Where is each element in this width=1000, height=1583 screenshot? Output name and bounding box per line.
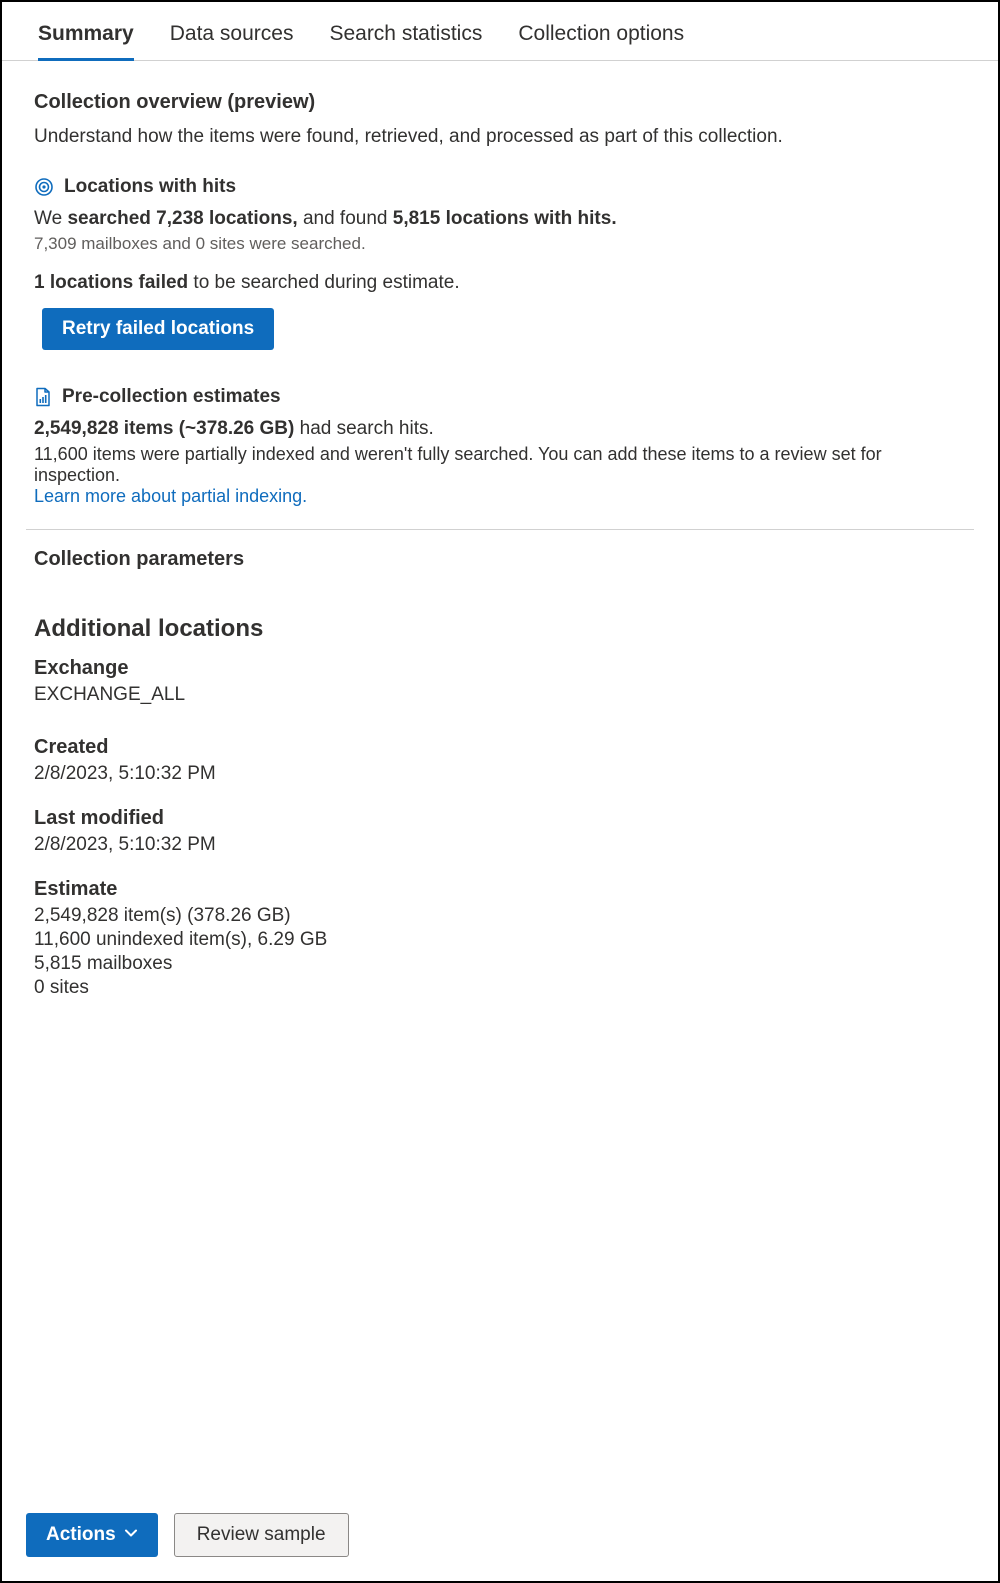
section-divider (26, 529, 974, 530)
retry-failed-locations-label: Retry failed locations (62, 318, 254, 340)
locations-heading-row: Locations with hits (34, 176, 966, 198)
locations-failed-rest: to be searched during estimate. (188, 272, 459, 293)
precollection-hits-bold: 2,549,828 items (~378.26 GB) (34, 418, 294, 439)
actions-button-label: Actions (46, 1524, 116, 1546)
collection-overview-title: Collection overview (preview) (34, 91, 966, 114)
target-icon (34, 177, 54, 197)
locations-searched-bold: searched 7,238 locations, (67, 208, 297, 229)
main-content: Collection overview (preview) Understand… (2, 61, 998, 1513)
locations-failed-bold: 1 locations failed (34, 272, 188, 293)
actions-button[interactable]: Actions (26, 1513, 158, 1557)
locations-found-mid: and found (298, 208, 393, 229)
tab-search-statistics[interactable]: Search statistics (329, 22, 482, 60)
collection-parameters-title: Collection parameters (34, 548, 966, 571)
review-sample-button[interactable]: Review sample (174, 1513, 349, 1557)
tab-summary[interactable]: Summary (38, 22, 134, 60)
locations-failed-line: 1 locations failed to be searched during… (34, 272, 966, 294)
tab-data-sources[interactable]: Data sources (170, 22, 294, 60)
precollection-hits-line: 2,549,828 items (~378.26 GB) had search … (34, 418, 966, 440)
locations-mailboxes-sites: 7,309 mailboxes and 0 sites were searche… (34, 234, 966, 254)
precollection-partial-note: 11,600 items were partially indexed and … (34, 444, 966, 486)
chevron-down-icon (124, 1524, 138, 1546)
locations-searched-line: We searched 7,238 locations, and found 5… (34, 208, 966, 230)
collection-overview-description: Understand how the items were found, ret… (34, 126, 966, 148)
retry-failed-locations-button[interactable]: Retry failed locations (42, 308, 274, 350)
estimate-items: 2,549,828 item(s) (378.26 GB) (34, 905, 966, 927)
exchange-value: EXCHANGE_ALL (34, 684, 966, 706)
review-sample-label: Review sample (197, 1524, 326, 1546)
tab-bar: Summary Data sources Search statistics C… (2, 2, 998, 61)
estimate-sites: 0 sites (34, 977, 966, 999)
locations-searched-prefix: We (34, 208, 67, 229)
precollection-heading-row: Pre-collection estimates (34, 386, 966, 408)
estimate-values: 2,549,828 item(s) (378.26 GB) 11,600 uni… (34, 905, 966, 999)
created-value: 2/8/2023, 5:10:32 PM (34, 763, 966, 785)
precollection-heading: Pre-collection estimates (62, 386, 281, 408)
document-chart-icon (34, 387, 52, 407)
estimate-mailboxes: 5,815 mailboxes (34, 953, 966, 975)
last-modified-label: Last modified (34, 807, 966, 830)
precollection-hits-rest: had search hits. (294, 418, 433, 439)
last-modified-value: 2/8/2023, 5:10:32 PM (34, 834, 966, 856)
locations-heading: Locations with hits (64, 176, 236, 198)
learn-more-partial-indexing-link[interactable]: Learn more about partial indexing. (34, 486, 307, 506)
exchange-label: Exchange (34, 657, 966, 680)
footer-bar: Actions Review sample (2, 1513, 998, 1581)
additional-locations-heading: Additional locations (34, 615, 966, 643)
estimate-label: Estimate (34, 878, 966, 901)
tab-collection-options[interactable]: Collection options (518, 22, 684, 60)
created-label: Created (34, 736, 966, 759)
estimate-unindexed: 11,600 unindexed item(s), 6.29 GB (34, 929, 966, 951)
locations-found-bold: 5,815 locations with hits. (393, 208, 617, 229)
